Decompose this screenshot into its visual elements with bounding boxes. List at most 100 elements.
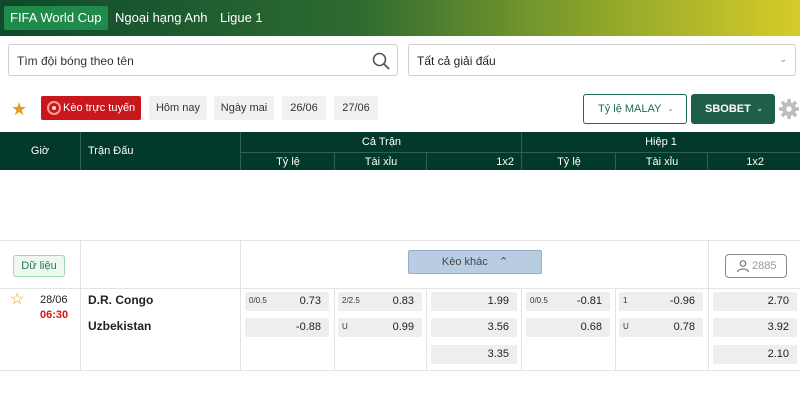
league-select[interactable]: Tất cả giải đấu ⌄ [408,44,796,76]
more-odds-button[interactable]: Kèo khác ⌃ [408,250,542,274]
followers-count: 2885 [752,260,777,272]
league-bar: FIFA World Cup Ngoại hạng Anh Ligue 1 [0,0,800,36]
odds-value: 2.10 [767,348,789,360]
header-divider [240,132,241,170]
sub-header-1x2-half: 1x2 [746,156,764,168]
date-filter-today[interactable]: Hôm nay [149,96,207,120]
odds-value: -0.88 [295,321,321,333]
odds-cell-full-under[interactable]: U 0.99 [338,318,422,337]
league-tab-ligue-1[interactable]: Ligue 1 [214,6,269,30]
odds-value: 1.99 [487,295,509,307]
more-odds-label: Kèo khác [441,256,488,268]
overunder-line: 2/2.5 [342,296,360,305]
sub-header-overunder-half: Tài xỉu [645,156,679,168]
bookmaker-select[interactable]: SBOBET ⌄ [691,94,775,124]
odds-cell-full-1x2-home[interactable]: 1.99 [431,292,517,311]
data-button[interactable]: Dữ liệu [13,255,65,277]
odds-value: 3.56 [487,321,509,333]
column-divider [240,240,241,370]
odds-value: -0.81 [576,295,602,307]
header-divider [521,132,522,170]
search-icon[interactable] [371,51,391,71]
sub-header-1x2-full: 1x2 [496,156,514,168]
user-icon [736,260,750,273]
match-date: 28/06 [40,294,68,306]
row-divider [0,288,800,289]
odds-cell-full-handicap-home[interactable]: 0/0.5 0.73 [245,292,329,311]
sub-header-handicap-full: Tỷ lệ [276,156,300,168]
header-divider [615,152,616,170]
chevron-down-icon: ⌄ [667,104,674,113]
odds-type-select[interactable]: Tỷ lệ MALAY ⌄ [583,94,687,124]
odds-cell-half-handicap-home[interactable]: 0/0.5 -0.81 [526,292,610,311]
handicap-line: 0/0.5 [249,296,267,305]
header-divider [80,132,81,170]
sub-header-handicap-half: Tỷ lệ [557,156,581,168]
col-header-match: Trận Đấu [88,145,134,157]
favorites-star-icon[interactable]: ★ [11,100,27,118]
odds-cell-full-1x2-draw[interactable]: 3.35 [431,345,517,364]
bookmaker-label: SBOBET [705,103,751,115]
row-divider [0,240,800,241]
row-divider [0,370,800,371]
column-divider [80,240,81,370]
live-odds-button[interactable]: Kèo trực tuyến [41,96,141,120]
league-tab-premier-league[interactable]: Ngoại hạng Anh [109,6,214,30]
date-filter-26-06[interactable]: 26/06 [282,96,326,120]
match-favorite-star-icon[interactable]: ☆ [10,292,24,308]
odds-cell-full-handicap-away[interactable]: -0.88 [245,318,329,337]
odds-value: -0.96 [669,295,695,307]
search-placeholder: Tìm đội bóng theo tên [17,54,134,68]
odds-cell-full-1x2-away[interactable]: 3.56 [431,318,517,337]
live-indicator-icon [47,101,61,115]
odds-cell-half-1x2-draw[interactable]: 2.10 [713,345,797,364]
column-divider [334,288,335,370]
date-filter-tomorrow[interactable]: Ngày mai [214,96,274,120]
odds-value: 0.99 [392,321,414,333]
odds-type-label: Tỷ lệ MALAY [598,103,662,115]
overunder-line: U [623,322,629,331]
date-filter-27-06[interactable]: 27/06 [334,96,378,120]
chevron-down-icon: ⌄ [756,104,763,113]
live-odds-label: Kèo trực tuyến [63,102,136,114]
group-header-first-half: Hiệp 1 [645,136,677,148]
overunder-line: 1 [623,296,628,305]
handicap-line: 0/0.5 [530,296,548,305]
column-divider [615,288,616,370]
league-tab-fifa-world-cup[interactable]: FIFA World Cup [4,6,108,30]
gear-icon[interactable] [778,98,800,120]
odds-value: 3.92 [767,321,789,333]
odds-value: 2.70 [767,295,789,307]
odds-cell-half-handicap-away[interactable]: 0.68 [526,318,610,337]
chevron-down-icon: ⌄ [779,54,787,64]
odds-table-header: Giờ Trận Đấu Cả Trận Hiệp 1 Tỷ lệ Tài xỉ… [0,132,800,170]
header-divider [334,152,335,170]
league-select-value: Tất cả giải đấu [417,54,496,68]
odds-cell-half-1x2-home[interactable]: 2.70 [713,292,797,311]
sub-header-overunder-full: Tài xỉu [364,156,398,168]
odds-value: 0.68 [580,321,602,333]
team-search-input[interactable]: Tìm đội bóng theo tên [8,44,398,76]
header-divider [707,152,708,170]
column-divider [426,288,427,370]
header-divider [240,152,800,153]
match-time: 06:30 [40,309,69,321]
odds-value: 3.35 [487,348,509,360]
odds-cell-half-over[interactable]: 1 -0.96 [619,292,703,311]
odds-cell-full-over[interactable]: 2/2.5 0.83 [338,292,422,311]
overunder-line: U [342,322,348,331]
odds-cell-half-under[interactable]: U 0.78 [619,318,703,337]
home-team[interactable]: D.R. Congo [88,293,153,307]
column-divider [521,288,522,370]
column-divider [708,240,709,288]
odds-value: 0.78 [673,321,695,333]
odds-value: 0.83 [392,295,414,307]
away-team[interactable]: Uzbekistan [88,319,151,333]
odds-cell-half-1x2-away[interactable]: 3.92 [713,318,797,337]
group-header-full-match: Cả Trận [361,136,402,148]
chevron-up-icon: ⌃ [498,256,509,268]
followers-count-button[interactable]: 2885 [725,254,787,278]
header-divider [426,152,427,170]
odds-value: 0.73 [299,295,321,307]
col-header-time: Giờ [30,145,50,157]
